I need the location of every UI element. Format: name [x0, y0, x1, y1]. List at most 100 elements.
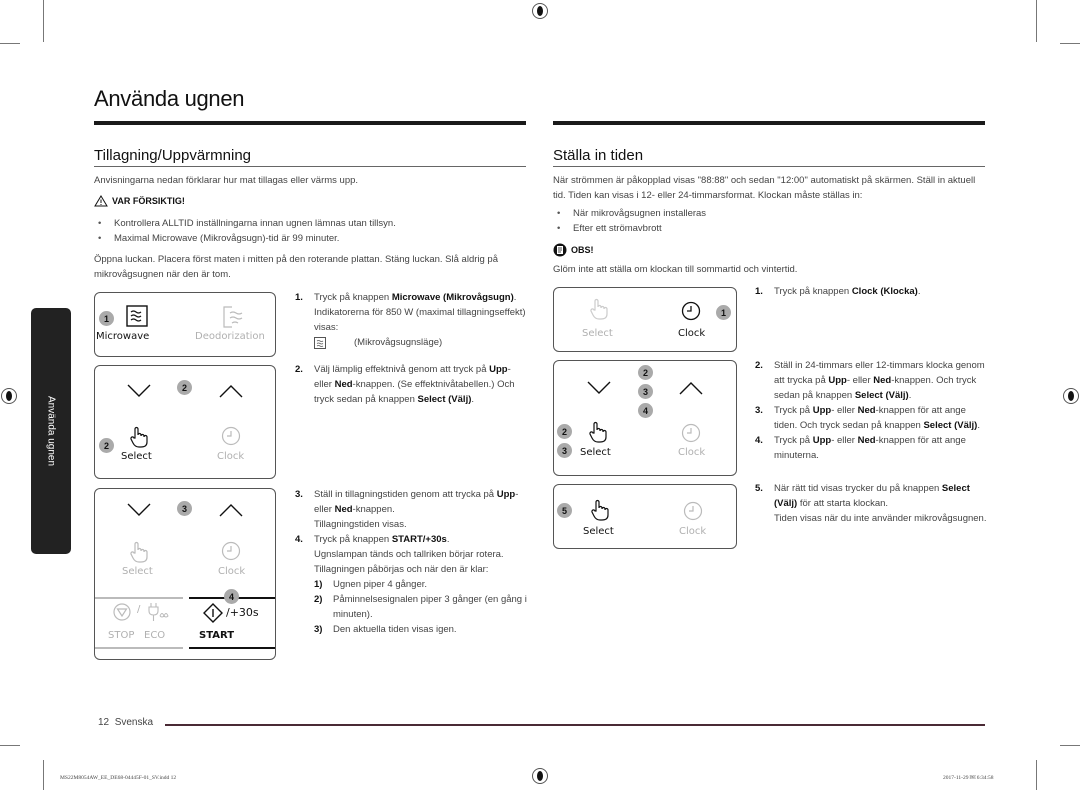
- clock-intro: När strömmen är påkopplad visas "88:88" …: [553, 175, 976, 201]
- section-rule: [553, 121, 985, 125]
- caution-label: VAR FÖRSIKTIG!: [112, 196, 185, 206]
- hand-pointer-icon[interactable]: [129, 541, 149, 563]
- divider: [95, 597, 183, 599]
- page-footer: 12 Svenska: [98, 717, 153, 728]
- hand-pointer-icon[interactable]: [589, 298, 609, 320]
- clock-icon[interactable]: [221, 426, 241, 446]
- clock-steps-2-4: 2. Ställ in 24-timmars eller 12-timmars k…: [755, 360, 985, 461]
- plus30-label: /+30s: [226, 606, 259, 619]
- deodorization-icon[interactable]: [220, 305, 244, 329]
- step-3-4: 3. Ställ in tillagningstiden genom att tr…: [295, 489, 527, 635]
- stop-icon[interactable]: [113, 603, 131, 621]
- chevron-up-icon[interactable]: [219, 384, 243, 398]
- control-panel-mode: 1 Microwave Deodorization: [94, 292, 276, 357]
- step-text: Tryck på knappen Microwave (Mikrovågsugn…: [314, 292, 526, 333]
- footer-rule: [165, 724, 985, 726]
- bold-term: Select (Välj): [923, 420, 978, 431]
- caution-list: Kontrollera ALLTID inställningarna innan…: [94, 216, 526, 246]
- clock-icon[interactable]: [683, 501, 703, 521]
- instructions-paragraph: Öppna luckan. Placera först maten i mitt…: [94, 254, 498, 280]
- clock-panel-3: 5 Select Clock: [553, 484, 737, 549]
- step-badge: 2: [177, 380, 192, 395]
- text-run: .: [917, 286, 921, 297]
- step-2: 2. Välj lämplig effektnivå genom att tryc…: [295, 364, 515, 405]
- step-badge: 1: [99, 311, 114, 326]
- microwave-button-label: Microwave: [96, 331, 150, 342]
- step-text: Välj lämplig effektnivå genom att tryck …: [314, 364, 515, 405]
- section-rule: [94, 121, 526, 125]
- bold-term: Ned: [873, 375, 892, 386]
- microwave-icon[interactable]: [126, 305, 148, 327]
- eco-plug-icon[interactable]: [147, 602, 169, 622]
- chevron-up-icon[interactable]: [679, 381, 703, 395]
- crop-mark: [43, 760, 44, 790]
- step-text: Tryck på knappen Clock (Klocka).: [774, 286, 920, 297]
- select-button-label: Select: [583, 526, 614, 537]
- registration-mark-icon: [532, 3, 548, 19]
- bold-term: Upp: [489, 364, 508, 375]
- select-button-label: Select: [121, 451, 152, 462]
- footer-language: Svenska: [114, 717, 154, 728]
- step-text: Ställ in tillagningstiden genom att tryc…: [314, 489, 518, 515]
- crop-mark: [1060, 43, 1080, 44]
- hand-pointer-icon[interactable]: [590, 499, 610, 521]
- note-icon: [553, 243, 567, 257]
- step-text: När rätt tid visas trycker du på knappen…: [774, 483, 970, 509]
- divider: [189, 647, 275, 649]
- text-run: Tryck på knappen: [314, 292, 392, 303]
- clock-icon[interactable]: [681, 301, 701, 321]
- crop-mark: [1060, 745, 1080, 746]
- step-badge: 2: [557, 424, 572, 439]
- clock-icon[interactable]: [221, 541, 241, 561]
- caution-header: VAR FÖRSIKTIG!: [94, 195, 185, 207]
- step-badge: 2: [638, 365, 653, 380]
- step-badge: 5: [557, 503, 572, 518]
- text-run: När rätt tid visas trycker du på knappen: [774, 483, 942, 494]
- text-run: - eller: [831, 405, 858, 416]
- chevron-down-icon[interactable]: [127, 503, 151, 517]
- chevron-up-icon[interactable]: [219, 503, 243, 517]
- clock-panel-2: 2 3 4 2 3 Select Clock: [553, 360, 737, 476]
- heading-underline: [94, 166, 526, 167]
- note-text: Glöm inte att ställa om klockan till som…: [553, 264, 798, 275]
- deodorization-button-label: Deodorization: [195, 331, 265, 342]
- print-slug-date: 2017-11-29 ￼ 6:34:58: [943, 775, 994, 781]
- section-heading-clock: Ställa in tiden: [553, 147, 644, 164]
- registration-mark-icon: [1063, 388, 1079, 404]
- text-run: Tryck på: [774, 405, 813, 416]
- start-icon[interactable]: [203, 603, 223, 623]
- mode-text: (Mikrovågsugnsläge): [354, 337, 443, 348]
- text-run: Tryck på knappen: [774, 286, 852, 297]
- bold-term: Microwave (Mikrovågsugn): [391, 292, 514, 303]
- note-label: OBS!: [571, 245, 594, 255]
- control-panel-time-start: 3 Select Clock 4 / STOP ECO /+30s START: [94, 488, 276, 660]
- text-run: .: [471, 394, 475, 405]
- bold-term: Upp: [496, 489, 516, 500]
- clock-button-label: Clock: [678, 328, 706, 339]
- text-run: - eller: [846, 375, 874, 386]
- text-run: - eller: [831, 435, 858, 446]
- crop-mark: [1036, 760, 1037, 790]
- step-text: Ställ in 24-timmars eller 12-timmars klo…: [774, 360, 985, 401]
- section-heading-cooking: Tillagning/Uppvärmning: [94, 147, 252, 164]
- side-tab-label: Använda ugnen: [45, 395, 57, 467]
- intro-text: Anvisningarna nedan förklarar hur mat ti…: [94, 175, 359, 186]
- text-run: .: [446, 534, 450, 545]
- text-run: -knappen.: [352, 504, 395, 515]
- clock-bullets: När mikrovågsugnen installeras Efter ett…: [553, 206, 985, 236]
- clock-icon[interactable]: [681, 423, 701, 443]
- chevron-down-icon[interactable]: [587, 381, 611, 395]
- hand-pointer-icon[interactable]: [129, 426, 149, 448]
- step-badge: 1: [716, 305, 731, 320]
- page-number: 12: [98, 717, 110, 728]
- select-button-label: Select: [122, 566, 153, 577]
- hand-pointer-icon[interactable]: [588, 421, 608, 443]
- eco-button-label: ECO: [144, 630, 166, 641]
- bold-term: START/+30s: [391, 534, 447, 545]
- text-run: .: [908, 390, 912, 401]
- step-badge: 3: [177, 501, 192, 516]
- bold-term: Upp: [812, 405, 832, 416]
- clock-step-5: 5. När rätt tid visas trycker du på knapp…: [755, 483, 987, 524]
- chevron-down-icon[interactable]: [127, 384, 151, 398]
- text-run: Tryck på knappen: [314, 534, 392, 545]
